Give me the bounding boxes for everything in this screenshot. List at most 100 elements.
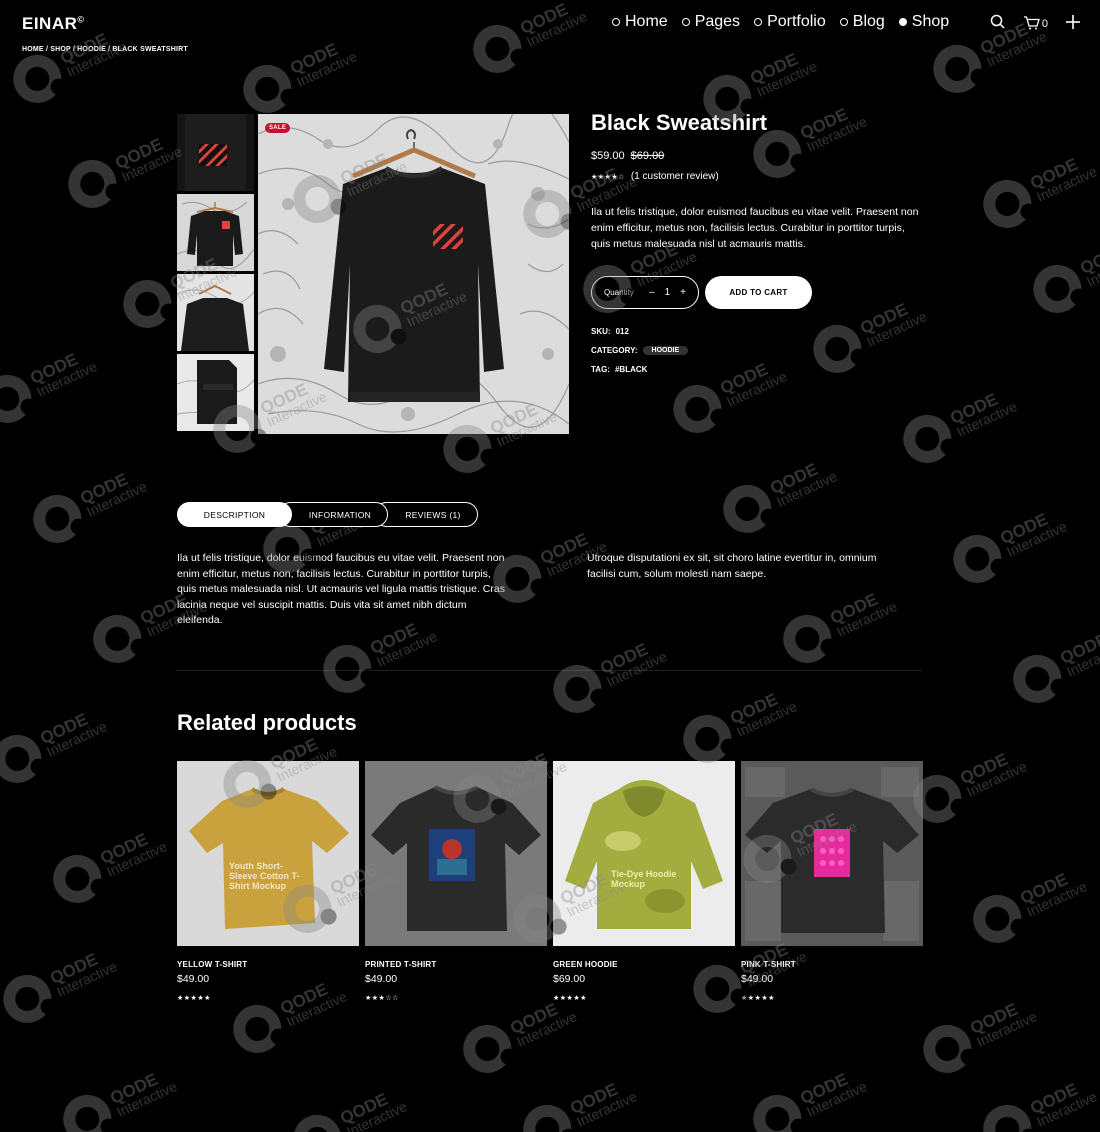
watermark-logo-icon bbox=[965, 887, 1030, 951]
product-main-image[interactable] bbox=[258, 114, 569, 434]
product-name[interactable]: PINK T-SHIRT bbox=[741, 960, 923, 969]
nav-item-pages[interactable]: Pages bbox=[681, 13, 740, 31]
product-card-printed-tshirt[interactable]: PRINTED T-SHIRT $49.00 ★★★☆☆ bbox=[365, 761, 547, 1002]
cart-button[interactable]: 0 bbox=[1023, 15, 1048, 33]
product-card-yellow-tshirt[interactable]: Youth Short-Sleeve Cotton T-Shirt Mockup… bbox=[177, 761, 359, 1002]
watermark-text: QODEInteractive bbox=[967, 999, 1040, 1050]
watermark-logo-icon bbox=[45, 847, 110, 911]
main-nav: Home Pages Portfolio Blog Shop bbox=[612, 13, 949, 31]
watermark-subtext: Interactive bbox=[294, 48, 360, 90]
header-icons: 0 bbox=[990, 14, 1080, 34]
tag-label: TAG: bbox=[591, 365, 610, 374]
watermark-text: QODEInteractive bbox=[997, 509, 1070, 560]
quantity-stepper[interactable]: Quantity – 1 + bbox=[591, 276, 699, 309]
search-icon[interactable] bbox=[990, 14, 1005, 34]
watermark-subtext: Interactive bbox=[1034, 1088, 1100, 1130]
product-tabs: DESCRIPTION INFORMATION REVIEWS (1) bbox=[177, 502, 478, 527]
product-price: $49.00 bbox=[177, 973, 210, 985]
product-price: $49.00 bbox=[741, 973, 774, 985]
product-card-pink-tshirt[interactable]: PINK T-SHIRT $49.00 ★★★★★ bbox=[741, 761, 923, 1002]
watermark: QODEInteractive bbox=[235, 27, 363, 121]
yellow-print-text: Youth Short-Sleeve Cotton T-Shirt Mockup bbox=[229, 861, 300, 891]
thumbnail-4[interactable] bbox=[177, 354, 254, 431]
watermark-text: QODEInteractive bbox=[957, 749, 1030, 800]
watermark-text: QODEInteractive bbox=[77, 469, 150, 520]
category-pill[interactable]: HOODIE bbox=[642, 346, 689, 355]
add-to-cart-button[interactable]: ADD TO CART bbox=[705, 276, 812, 309]
product-image[interactable]: Youth Short-Sleeve Cotton T-Shirt Mockup bbox=[177, 761, 359, 946]
nav-item-portfolio[interactable]: Portfolio bbox=[754, 13, 826, 31]
watermark-text: QODEInteractive bbox=[597, 639, 670, 690]
old-price: $69.00 bbox=[630, 150, 665, 162]
quantity-value[interactable]: 1 bbox=[665, 287, 671, 298]
plus-small-icon[interactable]: + bbox=[680, 287, 686, 298]
watermark-text: QODEInteractive bbox=[27, 349, 100, 400]
watermark-logo-icon bbox=[775, 607, 840, 671]
watermark-subtext: Interactive bbox=[804, 1078, 870, 1120]
watermark-logo-icon bbox=[115, 272, 180, 336]
thumbnail-1[interactable] bbox=[177, 114, 254, 191]
watermark: QODEInteractive bbox=[285, 1077, 413, 1132]
watermark-subtext: Interactive bbox=[84, 478, 150, 520]
watermark-text: QODEInteractive bbox=[1077, 235, 1100, 290]
watermark: QODEInteractive bbox=[715, 447, 843, 541]
tab-description[interactable]: DESCRIPTION bbox=[177, 502, 292, 527]
watermark-text: QODEInteractive bbox=[797, 1069, 870, 1120]
watermark-logo-icon bbox=[975, 172, 1040, 236]
watermark-text: QODEInteractive bbox=[337, 1085, 409, 1132]
breadcrumb[interactable]: HOME / SHOP / HOODIE / BLACK SWEATSHIRT bbox=[22, 46, 188, 53]
watermark-logo-icon bbox=[455, 1017, 520, 1081]
watermark: QODEInteractive bbox=[895, 377, 1023, 471]
watermark-text: QODEInteractive bbox=[47, 949, 120, 1000]
current-price: $59.00 bbox=[591, 150, 625, 162]
tab-information[interactable]: INFORMATION bbox=[278, 502, 388, 527]
plus-icon[interactable] bbox=[1066, 14, 1080, 34]
watermark-logo-icon bbox=[465, 17, 530, 81]
watermark-logo-icon bbox=[975, 1097, 1040, 1132]
rating-stars-icon: ★★★★★ bbox=[177, 995, 211, 1002]
tab-reviews[interactable]: REVIEWS (1) bbox=[374, 502, 478, 527]
short-description: Ila ut felis tristique, dolor euismod fa… bbox=[591, 206, 919, 250]
watermark-subtext: Interactive bbox=[514, 1008, 580, 1050]
watermark-text: QODEInteractive bbox=[507, 999, 580, 1050]
product-image[interactable]: Tie-Dye Hoodie Mockup bbox=[553, 761, 735, 946]
nav-item-blog[interactable]: Blog bbox=[839, 13, 885, 31]
watermark-subtext: Interactive bbox=[34, 358, 100, 400]
sku-label: SKU: bbox=[591, 327, 611, 336]
nav-item-shop[interactable]: Shop bbox=[898, 13, 949, 31]
minus-icon[interactable]: – bbox=[649, 287, 655, 298]
product-name[interactable]: YELLOW T-SHIRT bbox=[177, 960, 359, 969]
site-logo[interactable]: EINAR© bbox=[22, 14, 85, 34]
review-link[interactable]: (1 customer review) bbox=[631, 171, 719, 182]
watermark-logo-icon bbox=[60, 152, 125, 216]
thumbnail-3[interactable] bbox=[177, 274, 254, 351]
watermark: QODEInteractive bbox=[465, 0, 593, 81]
product-price: $69.00 bbox=[553, 973, 586, 985]
watermark-subtext: Interactive bbox=[974, 1008, 1040, 1050]
product-summary: Black Sweatshirt $59.00 $69.00 ★★★★☆ (1 … bbox=[591, 110, 921, 374]
nav-item-home[interactable]: Home bbox=[612, 13, 668, 31]
watermark-text: QODEInteractive bbox=[827, 589, 900, 640]
watermark-subtext: Interactive bbox=[574, 1088, 640, 1130]
watermark: QODEInteractive bbox=[905, 737, 1033, 831]
watermark-subtext: Interactive bbox=[954, 398, 1020, 440]
watermark-logo-icon bbox=[225, 997, 290, 1061]
watermark-logo-icon bbox=[0, 367, 40, 431]
tag-link[interactable]: #BLACK bbox=[615, 365, 647, 374]
watermark-subtext: Interactive bbox=[374, 628, 440, 670]
thumbnail-2[interactable] bbox=[177, 194, 254, 271]
watermark-text: QODEInteractive bbox=[1057, 625, 1100, 680]
product-image[interactable] bbox=[741, 761, 923, 946]
watermark-subtext: Interactive bbox=[984, 28, 1050, 70]
watermark-logo-icon bbox=[745, 1087, 810, 1132]
product-name[interactable]: GREEN HOODIE bbox=[553, 960, 735, 969]
watermark-logo-icon bbox=[925, 37, 990, 101]
product-image[interactable] bbox=[365, 761, 547, 946]
watermark-logo-icon bbox=[0, 967, 60, 1031]
watermark-subtext: Interactive bbox=[104, 838, 170, 880]
watermark-logo-icon bbox=[945, 527, 1010, 591]
product-name[interactable]: PRINTED T-SHIRT bbox=[365, 960, 547, 969]
product-card-green-hoodie[interactable]: Tie-Dye Hoodie Mockup GREEN HOODIE $69.0… bbox=[553, 761, 735, 1002]
watermark: QODEInteractive bbox=[915, 987, 1043, 1081]
description-right: Utroque disputationi ex sit, sit choro l… bbox=[587, 552, 877, 580]
